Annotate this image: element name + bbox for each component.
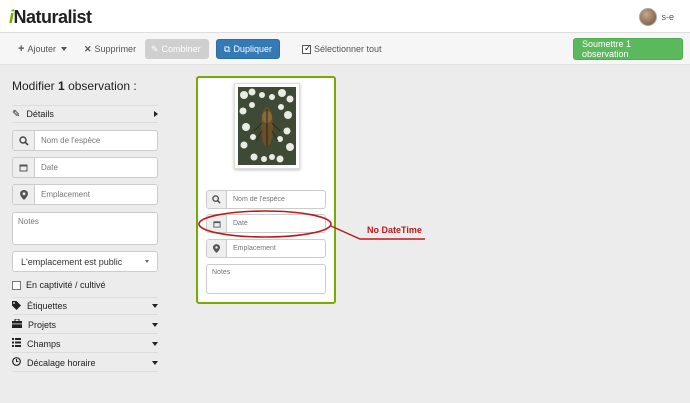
annotation-label: No DateTime: [367, 225, 422, 235]
annotation-overlay: [198, 210, 425, 240]
date-highlight-circle: [198, 210, 332, 238]
